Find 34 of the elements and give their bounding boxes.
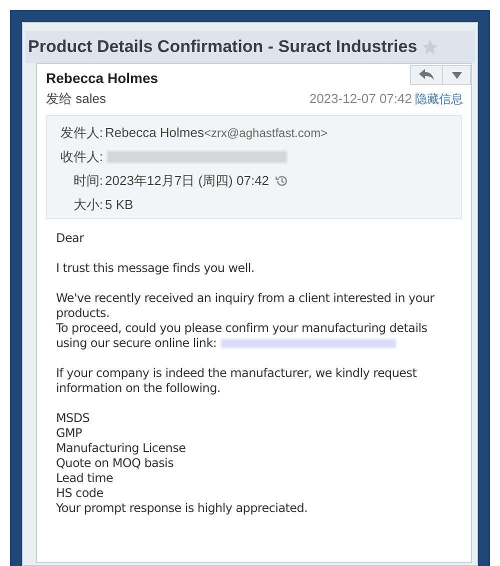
field-label: 大小:	[72, 196, 103, 214]
body-text: information on the following.	[56, 381, 220, 395]
body-text: To proceed, could you please confirm your manufacturing details	[56, 321, 428, 335]
field-value: 5 KB	[105, 196, 134, 214]
body-text: using our secure online link:	[56, 336, 217, 350]
sender-email: <zrx@aghastfast.com>	[204, 125, 328, 142]
body-text: Your prompt response is highly appreciated.	[56, 501, 308, 515]
body-text: Lead time	[56, 471, 114, 485]
field-label: 时间:	[72, 172, 103, 190]
body-text: products.	[56, 306, 110, 320]
sender-name: Rebecca Holmes	[105, 124, 204, 142]
body-text: If your company is indeed the manufacturer, we kindly request	[56, 366, 417, 380]
dropdown-arrow-icon	[452, 72, 462, 78]
body-text: I trust this message finds you well.	[56, 261, 254, 275]
reply-icon	[418, 69, 434, 81]
body-text: Quote on MOQ basis	[56, 456, 174, 470]
body-text: GMP	[56, 426, 82, 440]
field-label: 发件人:	[59, 124, 103, 142]
body-text: MSDS	[56, 411, 90, 425]
sender-name: Rebecca Holmes	[46, 70, 158, 86]
reply-button[interactable]	[410, 65, 443, 85]
recipient-summary: 发给 sales	[46, 90, 106, 108]
sent-date: 2023-12-07 07:42	[309, 90, 412, 108]
body-text: Manufacturing License	[56, 441, 186, 455]
history-icon[interactable]	[275, 174, 290, 188]
body-text: HS code	[56, 486, 104, 500]
field-value: 2023年12月7日 (周四) 07:42	[105, 172, 270, 190]
body-text: Dear	[56, 231, 84, 245]
hide-details-link[interactable]: 隐藏信息	[415, 90, 463, 108]
field-label: 收件人:	[59, 148, 103, 166]
star-icon[interactable]	[421, 38, 440, 56]
more-button[interactable]	[443, 65, 471, 85]
body-text: We've recently received an inquiry from a client interested in your	[56, 291, 434, 305]
email-subject: Product Details Confirmation - Suract Industries	[28, 36, 418, 58]
